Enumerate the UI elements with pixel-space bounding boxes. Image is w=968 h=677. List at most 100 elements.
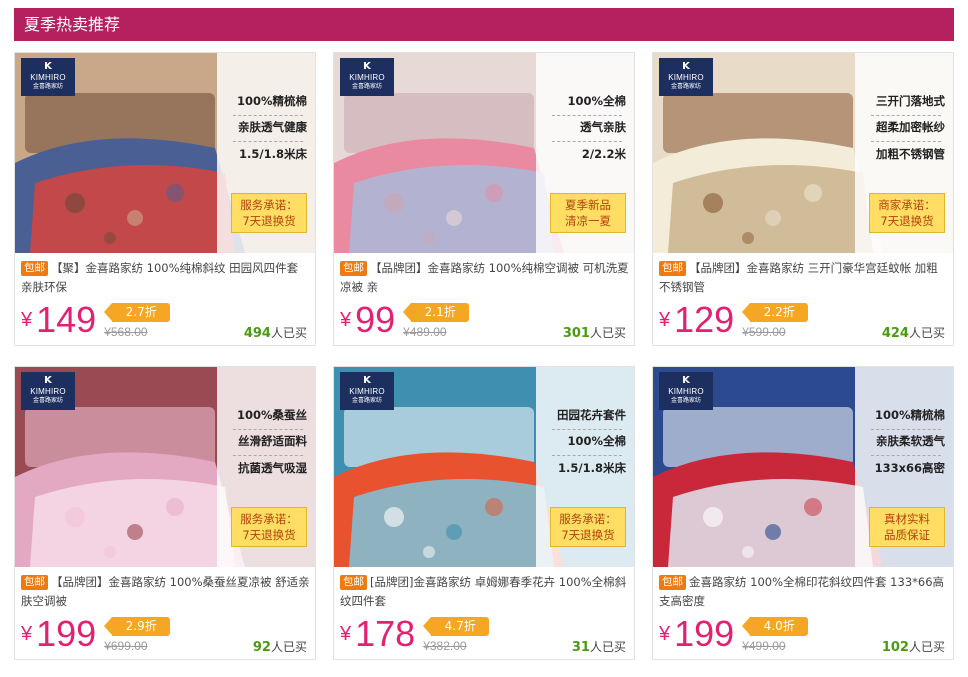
product-photo[interactable]: K KIMHIRO 金喜路家纺 三开门落地式 超柔加密帐纱 加粗不锈钢管 商家承… [653,53,953,253]
sold-suffix: 人已买 [908,640,945,654]
product-card[interactable]: K KIMHIRO 金喜路家纺 田园花卉套件 100%全棉 1.5/1.8米床 … [333,366,635,660]
original-price: ¥699.00 [104,639,148,653]
product-photo[interactable]: K KIMHIRO 金喜路家纺 100%桑蚕丝 丝滑舒适面料 抗菌透气吸湿 服务… [15,367,315,567]
product-title[interactable]: 包邮 【聚】金喜路家纺 100%纯棉斜纹 田园风四件套 亲肤环保 [21,259,311,299]
logo-brand-text: KIMHIRO [668,73,704,82]
logo-cn-text: 金喜路家纺 [670,397,701,404]
free-shipping-tag: 包邮 [21,261,48,276]
product-title[interactable]: 包邮 【品牌团】金喜路家纺 三开门豪华宫廷蚊帐 加粗不锈钢管 [659,259,949,299]
brand-logo: K KIMHIRO 金喜路家纺 [659,58,713,96]
product-title[interactable]: 包邮 金喜路家纺 100%全棉印花斜纹四件套 133*66高支高密度 [659,573,949,613]
feature-2: 亲肤透气健康 [238,120,307,134]
product-photo[interactable]: K KIMHIRO 金喜路家纺 100%精梳棉 亲肤透气健康 1.5/1.8米床… [15,53,315,253]
feature-1: 田园花卉套件 [557,408,626,422]
sold-count: 92人已买 [253,638,307,655]
sold-count: 424人已买 [882,324,945,341]
promise-badge: 服务承诺： 7天退换货 [231,193,307,233]
product-title-text[interactable]: [品牌团]金喜路家纺 卓姆娜春季花卉 100%全棉斜纹四件套 [340,575,626,608]
promise-line-1: 服务承诺： [240,198,298,212]
promise-badge: 夏季新品 清凉一夏 [550,193,626,233]
currency-symbol: ¥ [340,309,352,331]
sold-number: 31 [571,640,590,655]
feature-3: 1.5/1.8米床 [239,147,307,161]
promise-line-1: 服务承诺： [559,512,617,526]
feature-2: 超柔加密帐纱 [876,120,945,134]
product-photo[interactable]: K KIMHIRO 金喜路家纺 100%全棉 透气亲肤 2/2.2米 夏季新品 … [334,53,634,253]
original-price: ¥568.00 [104,325,148,339]
product-title[interactable]: 包邮 [品牌团]金喜路家纺 卓姆娜春季花卉 100%全棉斜纹四件套 [340,573,630,613]
product-title-text[interactable]: 【品牌团】金喜路家纺 100%桑蚕丝夏凉被 舒适亲肤空调被 [21,575,310,608]
logo-cn-text: 金喜路家纺 [670,83,701,90]
promise-line-2: 7天退换货 [880,214,934,228]
feature-1: 100%全棉 [567,94,626,108]
logo-k-icon: K [363,375,371,386]
product-card[interactable]: K KIMHIRO 金喜路家纺 三开门落地式 超柔加密帐纱 加粗不锈钢管 商家承… [652,52,954,346]
feature-divider [871,429,941,430]
product-card[interactable]: K KIMHIRO 金喜路家纺 100%精梳棉 亲肤透气健康 1.5/1.8米床… [14,52,316,346]
price-value: 199 [674,613,735,654]
feature-divider [871,455,941,456]
logo-k-icon: K [44,375,52,386]
feature-2: 丝滑舒适面料 [238,434,307,448]
product-title[interactable]: 包邮 【品牌团】金喜路家纺 100%纯棉空调被 可机洗夏凉被 亲 [340,259,630,299]
product-photo[interactable]: K KIMHIRO 金喜路家纺 田园花卉套件 100%全棉 1.5/1.8米床 … [334,367,634,567]
sold-suffix: 人已买 [908,326,945,340]
brand-logo: K KIMHIRO 金喜路家纺 [659,372,713,410]
feature-2: 透气亲肤 [580,120,626,134]
currency-symbol: ¥ [340,623,352,645]
promise-line-2: 7天退换货 [242,214,296,228]
product-price: ¥199 [21,613,96,655]
promise-badge: 服务承诺： 7天退换货 [550,507,626,547]
logo-cn-text: 金喜路家纺 [32,397,63,404]
sold-count: 102人已买 [882,638,945,655]
promise-line-1: 真材实料 [884,512,930,526]
sold-count: 301人已买 [563,324,626,341]
original-price: ¥499.00 [742,639,786,653]
sold-count: 31人已买 [572,638,626,655]
promise-badge: 服务承诺： 7天退换货 [231,507,307,547]
feature-2: 亲肤柔软透气 [876,434,945,448]
sold-suffix: 人已买 [270,640,307,654]
sold-suffix: 人已买 [589,326,626,340]
sold-count: 494人已买 [244,324,307,341]
product-card[interactable]: K KIMHIRO 金喜路家纺 100%全棉 透气亲肤 2/2.2米 夏季新品 … [333,52,635,346]
sold-suffix: 人已买 [589,640,626,654]
free-shipping-tag: 包邮 [659,575,686,590]
discount-badge: 2.9折 [104,617,171,636]
logo-brand-text: KIMHIRO [349,73,385,82]
brand-logo: K KIMHIRO 金喜路家纺 [21,372,75,410]
promise-badge: 真材实料 品质保证 [869,507,945,547]
product-title-text[interactable]: 金喜路家纺 100%全棉印花斜纹四件套 133*66高支高密度 [659,575,944,608]
product-price: ¥199 [659,613,734,655]
feature-divider [552,455,622,456]
feature-divider [233,115,303,116]
product-card[interactable]: K KIMHIRO 金喜路家纺 100%精梳棉 亲肤柔软透气 133x66高密 … [652,366,954,660]
sold-number: 102 [881,640,909,655]
feature-divider [871,141,941,142]
free-shipping-tag: 包邮 [21,575,48,590]
product-title[interactable]: 包邮 【品牌团】金喜路家纺 100%桑蚕丝夏凉被 舒适亲肤空调被 [21,573,311,613]
promise-line-2: 7天退换货 [242,528,296,542]
free-shipping-tag: 包邮 [659,261,686,276]
product-price: ¥149 [21,299,96,341]
logo-cn-text: 金喜路家纺 [351,397,382,404]
feature-3: 2/2.2米 [581,147,626,161]
product-title-text[interactable]: 【品牌团】金喜路家纺 三开门豪华宫廷蚊帐 加粗不锈钢管 [659,261,938,294]
promise-line-2: 品质保证 [884,528,930,542]
feature-divider [552,429,622,430]
promise-line-1: 夏季新品 [565,198,611,212]
brand-logo: K KIMHIRO 金喜路家纺 [21,58,75,96]
product-card[interactable]: K KIMHIRO 金喜路家纺 100%桑蚕丝 丝滑舒适面料 抗菌透气吸湿 服务… [14,366,316,660]
product-photo[interactable]: K KIMHIRO 金喜路家纺 100%精梳棉 亲肤柔软透气 133x66高密 … [653,367,953,567]
free-shipping-tag: 包邮 [340,575,367,590]
feature-3: 133x66高密 [874,461,945,475]
feature-3: 加粗不锈钢管 [876,147,945,161]
currency-symbol: ¥ [659,309,671,331]
price-value: 149 [36,299,97,340]
product-title-text[interactable]: 【聚】金喜路家纺 100%纯棉斜纹 田园风四件套 亲肤环保 [21,261,298,294]
feature-1: 三开门落地式 [876,94,945,108]
logo-brand-text: KIMHIRO [349,387,385,396]
sold-number: 301 [562,326,590,341]
promise-line-2: 清凉一夏 [565,214,611,228]
product-title-text[interactable]: 【品牌团】金喜路家纺 100%纯棉空调被 可机洗夏凉被 亲 [340,261,629,294]
